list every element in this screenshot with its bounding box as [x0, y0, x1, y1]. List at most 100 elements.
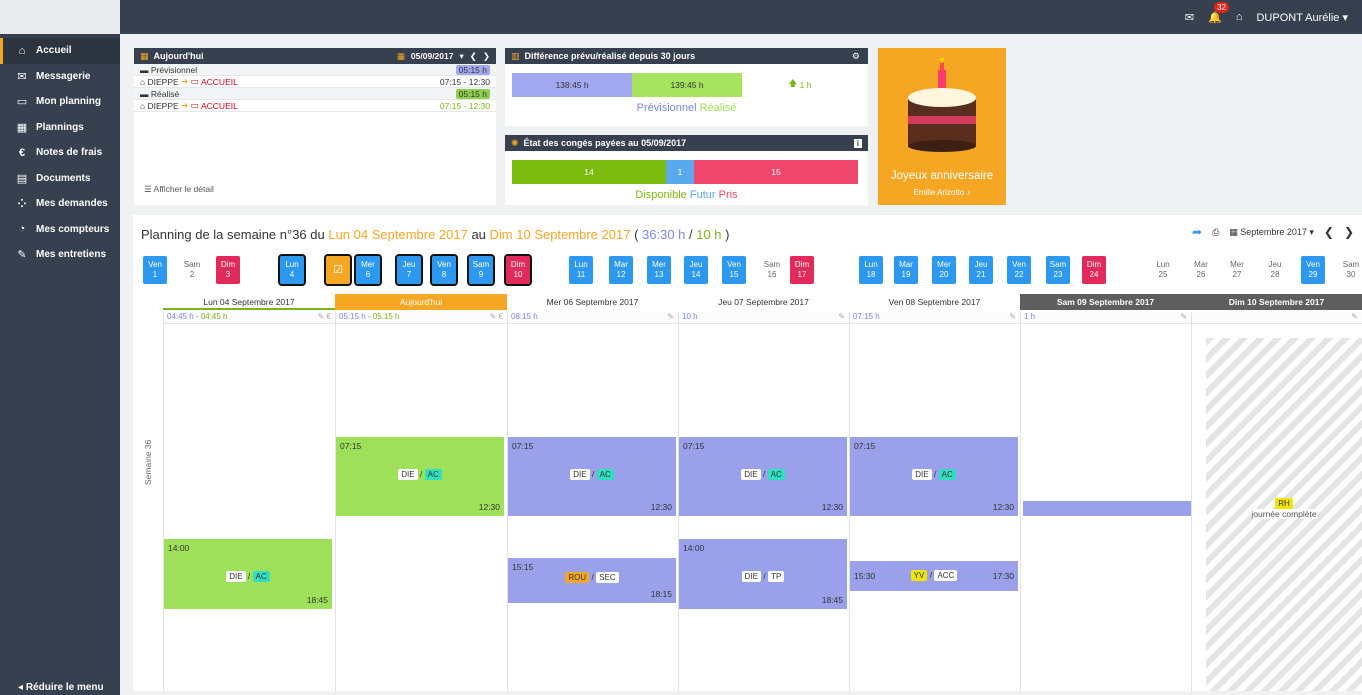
- day-button[interactable]: Dim 3: [216, 256, 240, 284]
- day-column-header[interactable]: Lun 04 Septembre 2017: [163, 294, 335, 310]
- day-number: 9: [478, 270, 484, 279]
- day-button[interactable]: Sam 30: [1339, 256, 1362, 284]
- day-button[interactable]: Lun 11: [569, 256, 593, 284]
- day-button[interactable]: Mer 6: [354, 254, 382, 286]
- day-button[interactable]: Sam 16: [760, 256, 784, 284]
- day-button[interactable]: Ven 1: [143, 256, 167, 284]
- planning-event[interactable]: 07:15 DIE / AC 12:30: [679, 437, 847, 516]
- sidebar-item-notes-de-frais[interactable]: € Notes de frais: [0, 140, 120, 166]
- pencil-icon[interactable]: ✎: [1180, 312, 1187, 321]
- day-button[interactable]: Lun 4: [278, 254, 306, 286]
- show-detail-button[interactable]: ☰ Afficher le détail: [144, 184, 214, 195]
- day-button[interactable]: Jeu 21: [969, 256, 993, 284]
- day-button[interactable]: Mar 12: [609, 256, 633, 284]
- day-button[interactable]: Dim 24: [1082, 256, 1106, 284]
- prev-day-button[interactable]: ❮: [470, 51, 477, 62]
- day-column-header[interactable]: Jeu 07 Septembre 2017: [678, 294, 849, 310]
- day-button[interactable]: Mar 19: [894, 256, 918, 284]
- day-number: 6: [365, 270, 371, 279]
- envelope-icon[interactable]: ✉: [1185, 11, 1194, 24]
- chevron-down-icon[interactable]: ▾: [459, 51, 463, 62]
- sidebar-item-mes-entretiens[interactable]: ✎ Mes entretiens: [0, 242, 120, 268]
- planning-event[interactable]: 15:30 YV / ACC 17:30: [850, 561, 1018, 591]
- reduce-menu-button[interactable]: ◂ Réduire le menu: [18, 682, 104, 693]
- day-button[interactable]: Dim 10: [504, 254, 532, 286]
- realized-total: 04:45 h: [200, 312, 228, 321]
- sidebar-item-plannings[interactable]: ▦ Plannings: [0, 115, 120, 141]
- day-name: Sam: [183, 260, 201, 269]
- home-icon[interactable]: ⌂: [1236, 11, 1243, 23]
- today-day-button[interactable]: ☑: [324, 254, 352, 286]
- planning-event[interactable]: 15:15 ROU / SEC 18:15: [508, 558, 676, 603]
- sidebar-item-documents[interactable]: ▤ Documents: [0, 166, 120, 192]
- today-date[interactable]: 05/09/2017: [411, 51, 454, 61]
- day-button[interactable]: Mer 27: [1225, 256, 1249, 284]
- planning-event[interactable]: 07:15 DIE / AC 12:30: [508, 437, 676, 516]
- day-column-header[interactable]: Ven 08 Septembre 2017: [849, 294, 1020, 310]
- day-column-header[interactable]: Aujourd'hui: [335, 294, 507, 310]
- day-button[interactable]: Ven 8: [430, 254, 458, 286]
- planned-total: 04:45 h: [167, 312, 194, 321]
- sidebar-item-accueil[interactable]: ⌂ Accueil: [0, 38, 120, 64]
- pencil-icon[interactable]: ✎: [667, 312, 674, 321]
- prev-week-button[interactable]: ❮: [1324, 225, 1334, 239]
- planning-event-sat[interactable]: [1023, 501, 1191, 516]
- planning-event[interactable]: 14:00 DIE / AC 18:45: [164, 539, 332, 609]
- planning-event[interactable]: 14:00 DIE / TP 18:45: [679, 539, 847, 609]
- sidebar-item-mon-planning[interactable]: ▭ Mon planning: [0, 89, 120, 115]
- pencil-icon[interactable]: ✎: [838, 312, 845, 321]
- day-button[interactable]: Dim 17: [790, 256, 814, 284]
- planning-event[interactable]: 07:15 DIE / AC 12:30: [850, 437, 1018, 516]
- day-button[interactable]: Ven 29: [1301, 256, 1325, 284]
- gear-icon[interactable]: ⚙: [852, 51, 860, 62]
- pencil-icon[interactable]: ✎ €: [490, 312, 503, 321]
- sidebar-item-messagerie[interactable]: ✉ Messagerie: [0, 64, 120, 90]
- day-button[interactable]: Jeu 28: [1263, 256, 1287, 284]
- day-button[interactable]: Ven 22: [1007, 256, 1031, 284]
- day-name: Jeu: [402, 260, 416, 269]
- day-button[interactable]: Mar 26: [1189, 256, 1213, 284]
- minus-icon[interactable]: ▬: [140, 65, 149, 75]
- day-button[interactable]: Lun 18: [859, 256, 883, 284]
- birthday-name[interactable]: Emilie Arizotto: [914, 188, 965, 197]
- day-button[interactable]: Mer 20: [932, 256, 956, 284]
- day-number: 17: [797, 270, 807, 279]
- day-number: 24: [1089, 270, 1099, 279]
- month-select[interactable]: ▦ Septembre 2017 ▾: [1229, 227, 1314, 238]
- day-button[interactable]: Sam 2: [180, 256, 204, 284]
- minus-icon[interactable]: ▬: [140, 89, 149, 99]
- rh-block[interactable]: RH journée complète: [1206, 498, 1362, 519]
- share-icon[interactable]: ➦: [1192, 225, 1202, 239]
- day-button[interactable]: Sam 23: [1046, 256, 1070, 284]
- day-name: Ven: [1012, 260, 1026, 269]
- next-day-button[interactable]: ❯: [483, 51, 490, 62]
- sidebar-item-mes-demandes[interactable]: ⁘ Mes demandes: [0, 191, 120, 217]
- pencil-icon[interactable]: ✎ €: [318, 312, 331, 321]
- day-button[interactable]: Lun 25: [1151, 256, 1175, 284]
- day-button[interactable]: Jeu 14: [684, 256, 708, 284]
- user-menu[interactable]: DUPONT Aurélie ▾: [1256, 11, 1348, 24]
- day-total-row: 08:15 h ✎: [507, 312, 678, 324]
- pencil-icon[interactable]: ✎: [1009, 312, 1016, 321]
- conges-pris-value: 15: [771, 167, 781, 177]
- day-column-header[interactable]: Dim 10 Septembre 2017: [1191, 294, 1362, 310]
- gauge-icon: ◔: [18, 223, 26, 236]
- next-week-button[interactable]: ❯: [1344, 225, 1354, 239]
- info-icon[interactable]: i: [853, 138, 862, 148]
- day-button[interactable]: Sam 9: [467, 254, 495, 286]
- sidebar-item-label: Mes compteurs: [36, 223, 110, 235]
- chevron-left-icon: ◂: [18, 682, 24, 693]
- day-column-header[interactable]: Sam 09 Septembre 2017: [1020, 294, 1191, 310]
- day-column-header[interactable]: Mer 06 Septembre 2017: [507, 294, 678, 310]
- pencil-icon[interactable]: ✎: [1351, 312, 1358, 321]
- euro-icon: €: [18, 146, 26, 159]
- sidebar-item-mes-compteurs[interactable]: ◔ Mes compteurs: [0, 217, 120, 243]
- day-button[interactable]: Ven 15: [722, 256, 746, 284]
- day-button[interactable]: Jeu 7: [395, 254, 423, 286]
- day-button[interactable]: Mer 13: [647, 256, 671, 284]
- bell-icon[interactable]: 🔔 32: [1208, 1, 1230, 24]
- bar-chart-icon: ▥: [511, 50, 520, 61]
- planning-event[interactable]: 07:15 DIE / AC 12:30: [336, 437, 504, 516]
- day-name: Mer: [361, 260, 375, 269]
- print-icon[interactable]: ⎙: [1212, 227, 1219, 238]
